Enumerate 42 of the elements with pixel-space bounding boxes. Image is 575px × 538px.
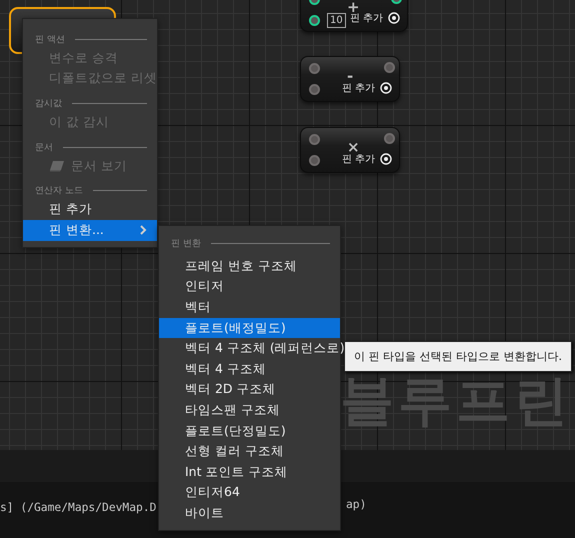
tooltip: 이 핀 타입을 선택된 타입으로 변환합니다. <box>344 341 572 372</box>
add-pin-icon[interactable] <box>380 82 392 94</box>
chevron-right-icon <box>140 225 147 236</box>
menu-item[interactable]: 핀 변환... <box>23 220 157 241</box>
add-pin-label: 핀 추가 <box>350 12 383 25</box>
add-pin-icon[interactable] <box>380 153 392 165</box>
menu-item[interactable]: 벡터 2D 구조체 <box>159 380 340 400</box>
add-pin-label: 핀 추가 <box>342 153 375 166</box>
input-pin[interactable] <box>309 15 320 26</box>
menu-item[interactable]: 인티저 <box>159 276 340 298</box>
menu-item[interactable]: 선형 컬러 구조체 <box>159 441 340 462</box>
operator-node[interactable]: 10 + 핀 추가 <box>300 0 408 32</box>
input-pin[interactable] <box>309 63 320 74</box>
menu-item[interactable]: 인티저64 <box>159 482 340 504</box>
operator-symbol: - <box>347 70 354 82</box>
add-pin-icon[interactable] <box>388 12 400 24</box>
menu-item[interactable]: 핀 추가 <box>23 199 157 220</box>
operator-symbol: × <box>347 141 360 153</box>
menu-item[interactable]: 프레임 번호 구조체 <box>159 256 340 277</box>
section-header: 핀 변환 <box>171 238 201 250</box>
section-header: 감시값 <box>35 98 62 110</box>
menu-item[interactable]: 플로트(단정밀도) <box>159 420 340 442</box>
menu-item[interactable]: 타임스팬 구조체 <box>159 400 340 421</box>
menu-item[interactable]: 바이트 <box>159 503 340 524</box>
section-header: 문서 <box>35 142 53 154</box>
log-line: s] (/Game/Maps/DevMap.D <box>0 500 156 514</box>
log-line: ap) <box>346 498 366 511</box>
input-pin[interactable] <box>309 134 320 145</box>
default-value-field[interactable]: 10 <box>327 13 346 28</box>
operator-node[interactable]: × 핀 추가 <box>300 127 400 173</box>
menu-item[interactable]: 벡터 <box>159 297 340 318</box>
operator-symbol: + <box>347 1 360 13</box>
menu-item[interactable]: 플로트(배정밀도) <box>159 318 340 338</box>
input-pin[interactable] <box>309 84 320 95</box>
section-header: 핀 액션 <box>35 34 65 46</box>
menu-item[interactable]: Int 포인트 구조체 <box>159 462 340 483</box>
add-pin-label: 핀 추가 <box>342 82 375 95</box>
operator-node[interactable]: - 핀 추가 <box>300 56 400 102</box>
menu-item[interactable]: 벡터 4 구조체 <box>159 358 340 380</box>
input-pin[interactable] <box>309 155 320 166</box>
section-header: 연산자 노드 <box>35 185 83 198</box>
book-icon <box>49 160 65 172</box>
